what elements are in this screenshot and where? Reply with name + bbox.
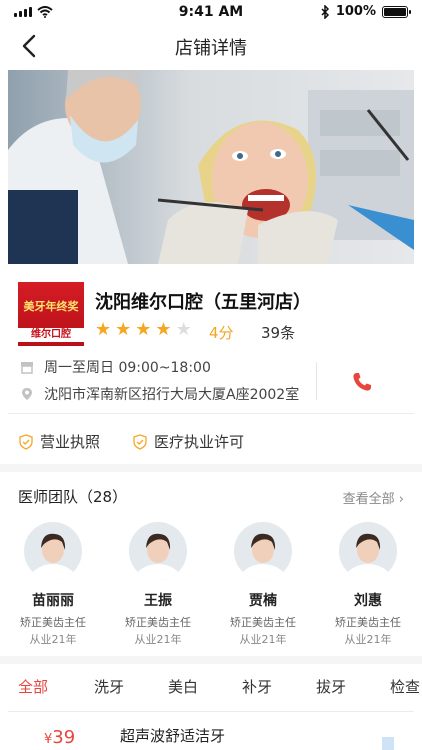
service-tabs: 全部 洗牙 美白 补牙 拔牙 检查 xyxy=(0,676,422,696)
logo-text-bottom: 维尔口腔 xyxy=(31,329,71,340)
divider xyxy=(8,413,414,414)
shop-logo: 美牙年终奖 维尔口腔 xyxy=(18,282,84,346)
doctor-experience: 从业21年 xyxy=(29,633,77,646)
doctor-card[interactable]: 苗丽丽 矫正美齿主任 从业21年 xyxy=(7,522,99,647)
doctor-card[interactable]: 刘惠 矫正美齿主任 从业21年 xyxy=(322,522,414,647)
section-gap xyxy=(0,464,422,472)
battery-percent: 100% xyxy=(335,4,376,19)
doctor-title: 矫正美齿主任 xyxy=(20,616,86,629)
see-all-link[interactable]: 查看全部 › xyxy=(343,488,404,507)
tab-all[interactable]: 全部 xyxy=(18,676,48,697)
avatar xyxy=(339,522,397,580)
star-icon: ★ xyxy=(175,319,192,340)
store-icon xyxy=(21,362,33,374)
dentist-photo xyxy=(8,70,414,264)
page-title: 店铺详情 xyxy=(175,38,247,59)
tab-cleaning[interactable]: 洗牙 xyxy=(94,676,124,697)
phone-icon[interactable] xyxy=(350,370,374,394)
doctor-title: 矫正美齿主任 xyxy=(125,616,191,629)
tab-whitening[interactable]: 美白 xyxy=(168,676,198,697)
tab-filling[interactable]: 补牙 xyxy=(242,676,272,697)
avatar xyxy=(234,522,292,580)
shop-name: 沈阳维尔口腔（五里河店） xyxy=(95,292,311,313)
tab-checkup[interactable]: 检查 xyxy=(390,676,420,697)
doctor-team-title: 医师团队（28） xyxy=(18,488,128,506)
star-icon: ★ xyxy=(155,319,172,340)
star-icon: ★ xyxy=(115,319,132,340)
see-all-label: 查看全部 xyxy=(342,492,395,507)
logo-text-top: 美牙年终奖 xyxy=(23,300,79,313)
doctor-experience: 从业21年 xyxy=(134,633,182,646)
divider xyxy=(316,362,317,400)
product-thumbnail[interactable] xyxy=(382,737,394,750)
doctor-title: 矫正美齿主任 xyxy=(230,616,296,629)
avatar xyxy=(129,522,187,580)
doctor-title: 矫正美齿主任 xyxy=(335,616,401,629)
status-right: 100% xyxy=(321,4,411,19)
avatar xyxy=(24,522,82,580)
license-label: 医疗执业许可 xyxy=(154,433,245,451)
license-medical: 医疗执业许可 xyxy=(132,431,244,452)
rating-score: 4分 xyxy=(209,324,234,342)
business-hours: 周一至周日 09:00~18:00 xyxy=(44,360,211,376)
doctor-card[interactable]: 王振 矫正美齿主任 从业21年 xyxy=(112,522,204,647)
star-icon: ★ xyxy=(95,319,112,340)
tab-extraction[interactable]: 拔牙 xyxy=(316,676,346,697)
doctor-name: 苗丽丽 xyxy=(32,593,74,609)
review-count[interactable]: 39条 xyxy=(261,322,295,343)
doctor-name: 贾楠 xyxy=(249,593,277,609)
doctor-experience: 从业21年 xyxy=(239,633,287,646)
address-row[interactable]: 沈阳市浑南新区招行大局大厦A座2002室 xyxy=(20,384,299,404)
rating-stars: ★ ★ ★ ★ ★ xyxy=(95,320,192,340)
hours-row: 周一至周日 09:00~18:00 xyxy=(20,357,211,377)
product-price: ¥39 xyxy=(44,727,75,748)
doctor-name: 刘惠 xyxy=(354,593,382,609)
doctor-name: 王振 xyxy=(144,593,172,609)
shield-icon xyxy=(19,433,33,450)
location-icon xyxy=(22,388,32,400)
battery-icon xyxy=(382,5,411,18)
shield-icon xyxy=(133,433,147,450)
nav-bar: 店铺详情 xyxy=(0,26,422,66)
chevron-right-icon: › xyxy=(398,492,404,507)
bluetooth-icon xyxy=(321,4,329,19)
price-value: 39 xyxy=(52,727,76,748)
hero-image xyxy=(8,70,414,264)
doctor-experience: 从业21年 xyxy=(344,633,392,646)
license-business: 营业执照 xyxy=(18,431,100,452)
status-bar: 9:41 AM 100% xyxy=(0,0,422,26)
section-gap xyxy=(0,656,422,664)
divider xyxy=(8,711,414,712)
star-icon: ★ xyxy=(135,319,152,340)
doctor-card[interactable]: 贾楠 矫正美齿主任 从业21年 xyxy=(217,522,309,647)
license-label: 营业执照 xyxy=(40,433,101,451)
product-name[interactable]: 超声波舒适洁牙 xyxy=(120,725,225,746)
shop-address: 沈阳市浑南新区招行大局大厦A座2002室 xyxy=(44,387,300,403)
